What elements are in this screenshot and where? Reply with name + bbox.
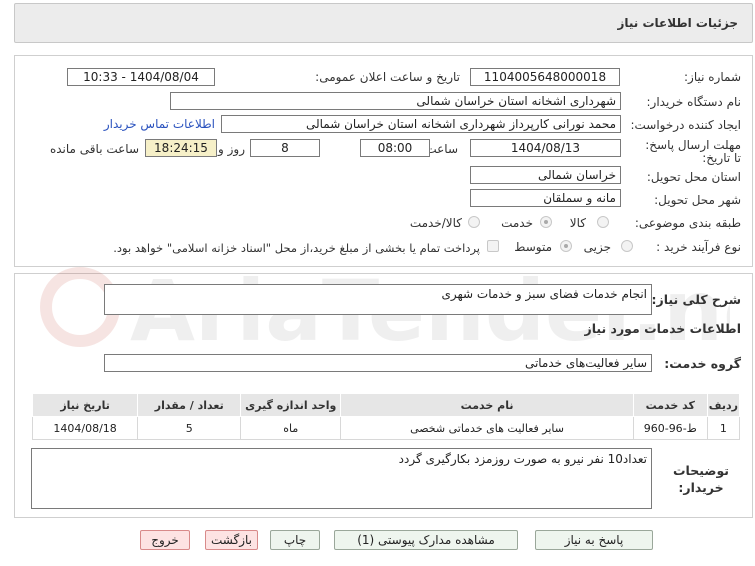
service-group-field: سایر فعالیت‌های خدماتی <box>104 354 652 372</box>
category-radio-service[interactable] <box>540 216 552 228</box>
deadline-label: مهلت ارسال پاسخ: تا تاریخ: <box>645 138 741 165</box>
services-table-header: ردیف کد خدمت نام خدمت واحد اندازه گیری ت… <box>31 393 741 417</box>
cell-unit: ماه <box>240 416 342 440</box>
page-title: جزئیات اطلاعات نیاز <box>617 16 738 30</box>
announce-field: 1404/08/04 - 10:33 <box>67 68 215 86</box>
remaining-time-field: 18:24:15 <box>145 139 217 157</box>
table-row[interactable]: 1 ط-96-960 سایر فعالیت های خدماتی شخصی م… <box>31 416 741 440</box>
cell-code: ط-96-960 <box>632 416 708 440</box>
category-label: طبقه بندی موضوعی: <box>634 216 741 230</box>
creator-field: محمد نورانی کارپرداز شهرداری اشخانه استا… <box>221 115 621 133</box>
process-option-minor: جزیی <box>583 240 611 254</box>
summary-field: انجام خدمات فضای سبز و خدمات شهری <box>104 284 652 315</box>
attachments-button[interactable]: مشاهده مدارک پیوستی (1) <box>334 530 518 550</box>
cell-name: سایر فعالیت های خدماتی شخصی <box>340 416 634 440</box>
category-option-goods: کالا <box>569 216 586 230</box>
announce-label: تاریخ و ساعت اعلان عمومی: <box>315 70 460 84</box>
cell-index: 1 <box>706 416 741 440</box>
col-name: نام خدمت <box>340 393 634 417</box>
process-option-medium: متوسط <box>514 240 552 254</box>
services-table: ردیف کد خدمت نام خدمت واحد اندازه گیری ت… <box>31 393 741 440</box>
buyer-notes-field: تعداد10 نفر نیرو به صورت روزمزد بکارگیری… <box>31 448 652 509</box>
days-field: 8 <box>250 139 320 157</box>
city-label: شهر محل تحویل: <box>654 193 741 207</box>
remaining-label: ساعت باقی مانده <box>49 142 139 156</box>
buyer-notes-label: توضیحات خریدار: <box>673 463 729 495</box>
need-number-field: 1104005648000018 <box>470 68 620 86</box>
reply-button[interactable]: پاسخ به نیاز <box>535 530 653 550</box>
province-field: خراسان شمالی <box>470 166 621 184</box>
col-index: ردیف <box>706 393 741 417</box>
exit-button[interactable]: خروج <box>140 530 190 550</box>
creator-label: ایجاد کننده درخواست: <box>630 118 741 132</box>
cell-qty: 5 <box>137 416 242 440</box>
cell-date: 1404/08/18 <box>31 416 139 440</box>
col-qty: تعداد / مقدار <box>137 393 242 417</box>
category-option-service: خدمت <box>501 216 533 230</box>
contact-buyer-link[interactable]: اطلاعات تماس خریدار <box>104 117 215 131</box>
deadline-date-field: 1404/08/13 <box>470 139 621 157</box>
days-label: روز و <box>218 142 245 156</box>
category-option-goods-service: کالا/خدمت <box>409 216 462 230</box>
col-unit: واحد اندازه گیری <box>240 393 342 417</box>
need-number-label: شماره نیاز: <box>684 70 741 84</box>
col-date: تاریخ نیاز <box>31 393 139 417</box>
summary-label: شرح کلی نیاز: <box>651 292 741 307</box>
process-radio-minor[interactable] <box>621 240 633 252</box>
deadline-time-field: 08:00 <box>360 139 430 157</box>
service-group-label: گروه خدمت: <box>664 356 741 371</box>
print-button[interactable]: چاپ <box>270 530 320 550</box>
col-code: کد خدمت <box>632 393 708 417</box>
city-field: مانه و سملقان <box>470 189 621 207</box>
services-section-title: اطلاعات خدمات مورد نیاز <box>584 321 742 336</box>
process-label: نوع فرآیند خرید : <box>656 240 741 254</box>
process-radio-medium[interactable] <box>560 240 572 252</box>
treasury-payment-note: پرداخت تمام یا بخشی از مبلغ خرید،از محل … <box>113 241 480 255</box>
page-header: جزئیات اطلاعات نیاز <box>14 3 753 43</box>
province-label: استان محل تحویل: <box>646 170 741 184</box>
buyer-org-field: شهرداری اشخانه استان خراسان شمالی <box>170 92 621 110</box>
buyer-org-label: نام دستگاه خریدار: <box>646 95 742 109</box>
back-button[interactable]: بازگشت <box>205 530 258 550</box>
time-label: ساعت <box>425 142 458 156</box>
treasury-payment-checkbox[interactable] <box>487 240 499 252</box>
category-radio-goods[interactable] <box>597 216 609 228</box>
category-radio-goods-service[interactable] <box>468 216 480 228</box>
